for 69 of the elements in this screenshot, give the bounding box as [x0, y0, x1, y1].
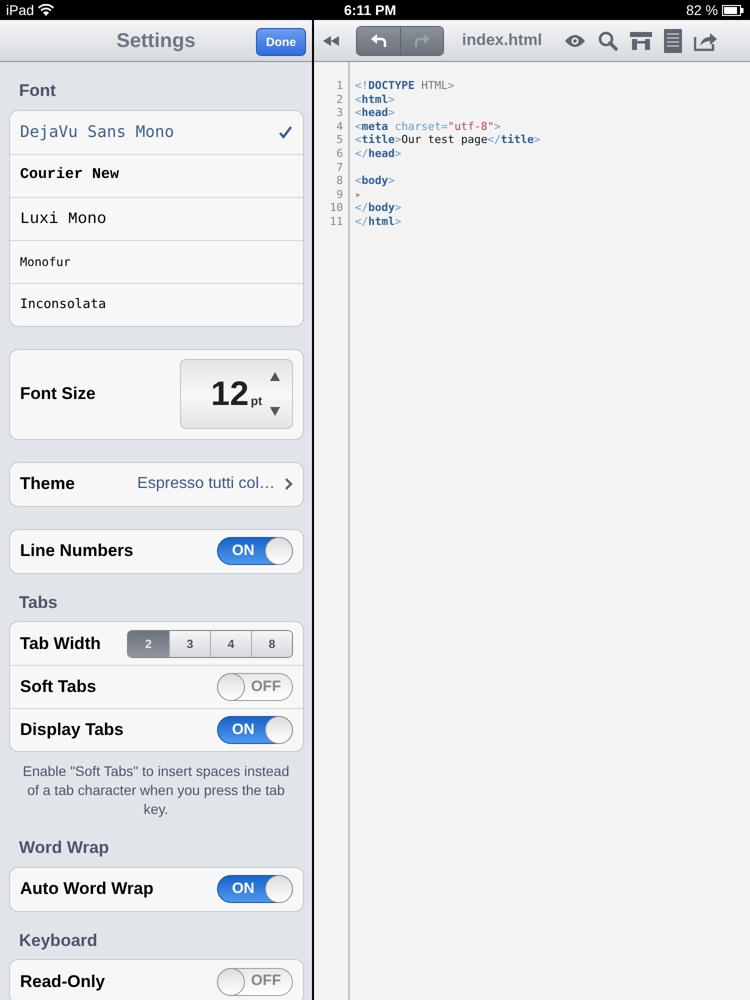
section-header: Keyboard [18, 930, 98, 952]
line-number: 1 [335, 79, 344, 93]
toggle-switch[interactable]: OFF [217, 673, 293, 701]
code-line: </html> [355, 214, 402, 229]
segment-option[interactable]: 4 [210, 630, 251, 656]
code-line: </body> [355, 201, 402, 215]
document-icon[interactable] [664, 28, 682, 52]
font-option[interactable]: Inconsolata [10, 282, 303, 326]
toggle-switch[interactable]: ON [217, 537, 293, 565]
undo-button[interactable] [357, 26, 400, 54]
section-header: Font [18, 80, 57, 102]
setting-label: Line Numbers [20, 540, 134, 562]
section-header: Word Wrap [18, 837, 110, 859]
search-icon[interactable] [598, 30, 618, 50]
segment-option[interactable]: 2 [128, 630, 169, 656]
code-line: <body> [355, 174, 396, 188]
line-number: 6 [335, 146, 344, 161]
setting-label: Soft Tabs [20, 676, 96, 698]
eye-icon[interactable] [564, 34, 586, 48]
font-option[interactable]: Monofur [10, 240, 303, 282]
code-line: <head> [355, 106, 396, 120]
code-line: <html> [355, 92, 396, 106]
code-line: ▸ [355, 188, 363, 202]
code-line: <!DOCTYPE HTML> [355, 79, 456, 93]
battery-percent: 82 % [686, 0, 718, 20]
line-number: 9 [335, 188, 344, 202]
wifi-icon [38, 4, 54, 16]
font-option[interactable]: DejaVu Sans Mono [10, 110, 303, 154]
battery-icon [722, 4, 744, 16]
code-line: <meta charset="utf-8"> [355, 120, 502, 134]
toggle-switch[interactable]: ON [217, 716, 293, 744]
toggle-switch[interactable]: OFF [217, 968, 293, 996]
segment-option[interactable]: 3 [169, 630, 210, 656]
font-option[interactable]: Courier New [10, 154, 303, 196]
panel-title: Settings [116, 28, 196, 54]
code-line: <title>Our test page</title> [355, 133, 540, 147]
toggle-switch[interactable]: ON [217, 875, 293, 903]
line-number: 11 [328, 214, 344, 229]
clock-time: 6:11 PM [344, 0, 396, 20]
line-number: 3 [335, 106, 344, 120]
segment-option[interactable]: 8 [251, 630, 292, 656]
share-icon[interactable] [694, 30, 718, 50]
undo-icon [370, 34, 386, 48]
setting-value[interactable]: Espresso tutti col… [137, 472, 275, 496]
collapse-icon[interactable] [322, 36, 340, 46]
line-number: 4 [335, 120, 344, 134]
chevron-icon [285, 478, 293, 490]
setting-label: Tab Width [20, 632, 101, 655]
device-name: iPad [6, 0, 34, 20]
setting-label: Theme [20, 473, 75, 496]
font-option[interactable]: Luxi Mono [10, 196, 303, 240]
setting-label: Font Size [20, 383, 96, 406]
font-size-stepper[interactable]: 12 pt [180, 359, 293, 429]
footer-note: Enable "Soft Tabs" to insert spaces instead of a tab character when you press the tab key. [22, 762, 290, 819]
redo-icon [414, 34, 430, 48]
line-number: 2 [335, 92, 344, 106]
setting-label: Auto Word Wrap [20, 878, 154, 900]
setting-label: Read-Only [20, 970, 106, 993]
file-name: index.html [462, 30, 542, 50]
line-number: 5 [335, 133, 344, 147]
line-number: 7 [335, 160, 344, 174]
line-number: 10 [328, 201, 344, 215]
code-line: </head> [355, 146, 402, 161]
line-number: 8 [335, 174, 344, 188]
structure-icon[interactable] [630, 32, 652, 50]
setting-label: Display Tabs [20, 719, 124, 742]
done-button[interactable]: Done [256, 28, 306, 56]
stepper-arrows-icon[interactable] [270, 372, 280, 416]
section-header: Tabs [18, 592, 58, 614]
